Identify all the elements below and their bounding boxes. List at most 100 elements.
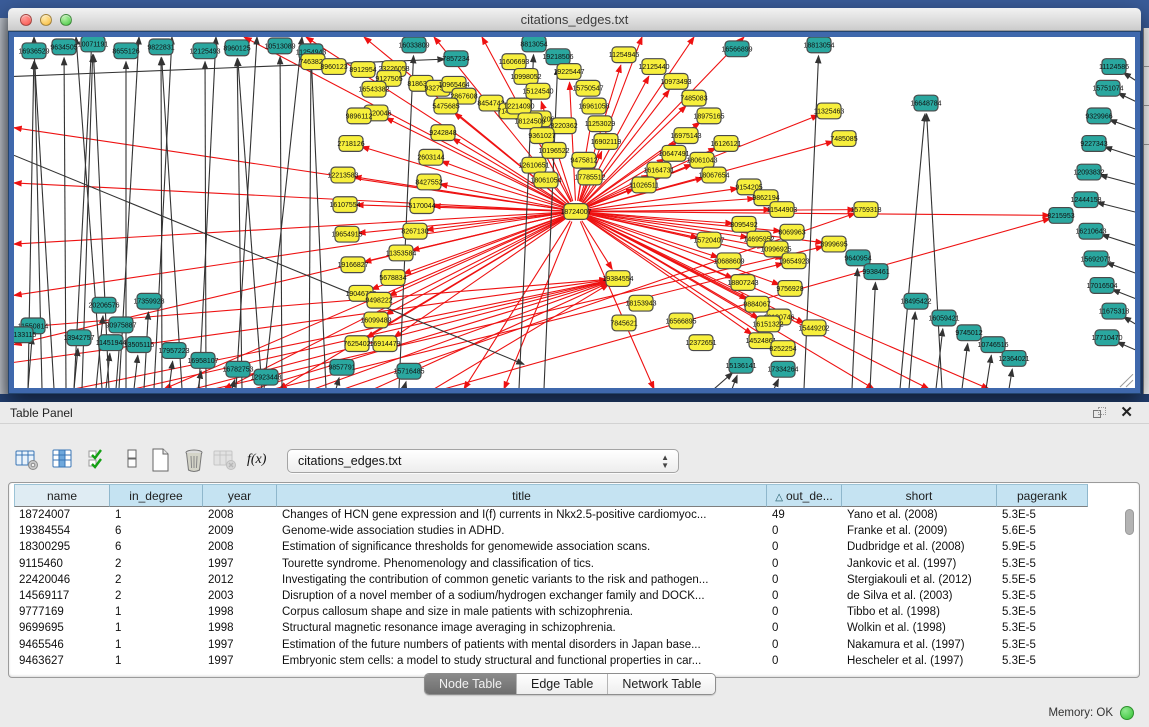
citation-edge-black[interactable]	[309, 63, 311, 388]
column-header-pagerank[interactable]: pagerank	[997, 484, 1088, 507]
graph-node[interactable]: 16566899	[721, 41, 752, 57]
table-row[interactable]: 1456911722003Disruption of a novel membe…	[14, 588, 1119, 604]
citation-edge-black[interactable]	[909, 312, 915, 388]
graph-node[interactable]: 12610651	[518, 157, 549, 173]
column-header-name[interactable]: name	[14, 484, 110, 507]
graph-node[interactable]: 10071191	[78, 37, 109, 52]
graph-node[interactable]: 12372651	[685, 335, 716, 351]
window-titlebar[interactable]: citations_edges.txt	[8, 8, 1141, 31]
citation-edge-black[interactable]	[804, 56, 819, 388]
graph-node[interactable]: 16033809	[398, 37, 429, 53]
graph-node[interactable]: 16566895	[665, 313, 696, 329]
graph-node[interactable]: 9896112	[346, 108, 373, 124]
citation-edge-black[interactable]	[852, 269, 858, 388]
graph-node[interactable]: 16210643	[1075, 223, 1106, 239]
graph-node[interactable]: 18061043	[686, 152, 717, 168]
citation-edge-black[interactable]	[1117, 342, 1135, 351]
graph-node[interactable]: 10688609	[713, 253, 744, 269]
graph-node[interactable]: 18975165	[693, 108, 724, 124]
citation-edge-red[interactable]	[14, 212, 565, 244]
select-column-icon[interactable]	[50, 447, 76, 473]
citation-edge-black[interactable]	[336, 378, 339, 388]
graph-node[interactable]: 8960123	[320, 59, 347, 75]
graph-node[interactable]: 9634505	[50, 39, 77, 55]
graph-node[interactable]: 11544903	[767, 202, 798, 218]
graph-node[interactable]: 9857791	[328, 359, 355, 375]
graph-node[interactable]: 16164731	[643, 162, 674, 178]
citation-edge-black[interactable]	[1101, 235, 1135, 246]
graph-node[interactable]: 11254945	[609, 47, 640, 63]
citation-edge-black[interactable]	[264, 37, 302, 388]
citation-edge-black[interactable]	[1097, 202, 1135, 212]
graph-node[interactable]: 19654915	[331, 226, 362, 242]
graph-node[interactable]: 16543382	[358, 81, 389, 97]
graph-node[interactable]: 12214090	[503, 98, 534, 114]
graph-node[interactable]: 15720407	[693, 232, 724, 248]
graph-node[interactable]: 5170044	[408, 198, 435, 214]
graph-node[interactable]: 17710470	[1091, 330, 1122, 346]
graph-node[interactable]: 8252254	[769, 341, 796, 357]
graph-node[interactable]: 7625402	[343, 336, 370, 352]
delete-rows-icon[interactable]	[181, 447, 207, 473]
citation-edge-black[interactable]	[1109, 120, 1135, 130]
citation-edge-black[interactable]	[986, 355, 991, 388]
graph-node[interactable]: 2718126	[337, 136, 364, 152]
graph-node[interactable]: 15716485	[393, 363, 424, 379]
graph-node[interactable]: 17334264	[767, 361, 798, 377]
graph-node[interactable]: 11675318	[1099, 303, 1130, 319]
table-row[interactable]: 2242004622012Investigating the contribut…	[14, 572, 1119, 588]
graph-node[interactable]: 15692071	[1080, 251, 1111, 267]
citation-edge-red[interactable]	[587, 212, 1050, 216]
graph-node[interactable]: 9822831	[147, 39, 174, 55]
citation-edge-black[interactable]	[169, 361, 173, 388]
graph-node[interactable]: 11353584	[386, 245, 417, 261]
table-scrollbar[interactable]	[1125, 509, 1136, 669]
graph-node[interactable]: 7845621	[610, 315, 637, 331]
citation-edge-black[interactable]	[870, 282, 875, 388]
graph-node[interactable]: 18153943	[625, 295, 656, 311]
graph-node[interactable]: 18124509	[514, 113, 545, 129]
graph-node[interactable]: 19654923	[778, 253, 809, 269]
citation-edge-red[interactable]	[587, 199, 755, 211]
graph-node[interactable]: 16975143	[670, 128, 701, 144]
graph-node[interactable]: 9756928	[776, 281, 803, 297]
graph-node[interactable]: 7485085	[830, 131, 857, 147]
graph-node[interactable]: 2603144	[417, 149, 444, 165]
graph-node[interactable]: 20206576	[88, 297, 119, 313]
graph-node[interactable]: 8813054	[520, 37, 547, 52]
graph-node[interactable]: 16099489	[360, 312, 391, 328]
citation-edge-black[interactable]	[1104, 147, 1135, 157]
graph-node[interactable]: 7857234	[442, 51, 469, 67]
function-builder-icon[interactable]: f(x)	[247, 447, 273, 473]
canvas-resize-grip[interactable]	[1120, 374, 1133, 387]
graph-node[interactable]: 15750547	[572, 80, 603, 96]
table-row[interactable]: 1830029562008Estimation of significance …	[14, 539, 1119, 555]
graph-node[interactable]: 19218506	[542, 49, 573, 65]
citation-edge-black[interactable]	[404, 382, 406, 388]
citation-edge-black[interactable]	[1100, 175, 1135, 185]
graph-node[interactable]: 8267130	[401, 223, 428, 239]
citation-edge-red[interactable]	[14, 128, 565, 210]
graph-node[interactable]: 15449202	[798, 320, 829, 336]
graph-node[interactable]: 15759318	[850, 202, 881, 218]
select-all-icon[interactable]	[86, 447, 112, 473]
graph-node[interactable]: 9475812	[570, 152, 597, 168]
scrollbar-thumb[interactable]	[1125, 509, 1134, 535]
table-row[interactable]: 946362711997Embryonic stem cells: a mode…	[14, 653, 1119, 669]
graph-node[interactable]: 9242848	[429, 125, 456, 141]
graph-node[interactable]: 16961058	[578, 98, 609, 114]
citation-edge-black[interactable]	[927, 114, 942, 388]
graph-node[interactable]: 16936529	[18, 43, 49, 59]
citation-edge-black[interactable]	[732, 375, 737, 388]
graph-node[interactable]: 7485083	[680, 90, 707, 106]
graph-node[interactable]: 16648784	[910, 95, 941, 111]
citation-edge-black[interactable]	[1118, 93, 1135, 102]
graph-node[interactable]: 18067654	[698, 167, 729, 183]
graph-node[interactable]: 8069963	[778, 224, 805, 240]
table-settings-icon[interactable]	[14, 447, 40, 473]
graph-node[interactable]: 19166827	[337, 257, 368, 273]
float-panel-icon[interactable]	[1093, 407, 1107, 419]
graph-node[interactable]: 9884067	[743, 296, 770, 312]
citation-edge-black[interactable]	[1106, 263, 1135, 274]
graph-node[interactable]: 8215953	[1047, 208, 1074, 224]
